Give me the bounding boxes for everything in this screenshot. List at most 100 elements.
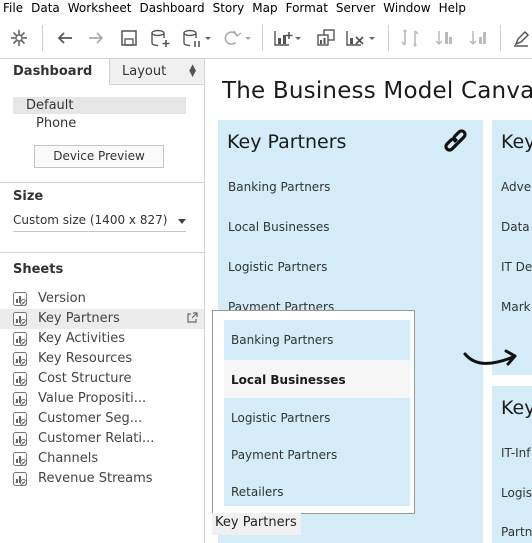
new-data-source-icon[interactable] xyxy=(148,27,172,49)
sheet-item-label: Cost Structure xyxy=(38,371,132,386)
tooltip-item: Payment Partners xyxy=(224,435,410,475)
link-icon xyxy=(443,128,473,162)
key-activities-item: Adve xyxy=(501,180,532,194)
device-default[interactable]: Default xyxy=(13,97,186,114)
tooltip-item: Logistic Partners xyxy=(224,398,410,438)
key-partners-item: Local Businesses xyxy=(228,220,330,234)
menu-file[interactable]: File xyxy=(0,0,27,17)
key-partners-item: Banking Partners xyxy=(228,180,331,194)
tab-dashboard[interactable]: Dashboard xyxy=(0,59,109,85)
toolbar-separator xyxy=(262,25,263,51)
sheet-item-label: Key Resources xyxy=(38,351,133,366)
toolbar xyxy=(0,17,532,59)
tooltip-item: Retailers xyxy=(224,472,410,506)
toolbar-separator xyxy=(500,25,501,51)
device-preview-button[interactable]: Device Preview xyxy=(34,145,164,168)
worksheet-icon xyxy=(13,352,27,366)
size-section-title: Size xyxy=(13,189,44,204)
redo-icon[interactable] xyxy=(85,27,107,49)
menu-bar: File Data Worksheet Dashboard Story Map … xyxy=(0,0,532,17)
clear-sheet-icon[interactable] xyxy=(344,27,376,49)
sheet-item[interactable]: Cost Structure xyxy=(0,369,204,389)
tab-layout[interactable]: Layout ▲ ▼ xyxy=(109,59,204,85)
sort-ascending-icon[interactable] xyxy=(432,27,456,49)
key-partners-item: Logistic Partners xyxy=(228,260,328,274)
curved-arrow-icon xyxy=(463,346,519,380)
tooltip-item: Banking Partners xyxy=(224,320,410,360)
undo-icon[interactable] xyxy=(54,27,76,49)
refresh-icon[interactable] xyxy=(220,27,254,49)
sheet-item-label: Key Activities xyxy=(38,331,126,346)
key-resources-item: Partn xyxy=(501,525,532,539)
sheet-item-label: Channels xyxy=(38,451,99,466)
swap-icon[interactable] xyxy=(398,27,422,49)
panel-divider xyxy=(0,182,204,183)
sheet-item-label: Value Propositi... xyxy=(38,391,147,406)
chevron-down-icon xyxy=(178,219,186,224)
menu-dashboard[interactable]: Dashboard xyxy=(135,0,208,17)
key-resources-card[interactable]: Key IT-Inf Logis Partn xyxy=(492,386,532,543)
toolbar-separator xyxy=(42,25,43,51)
key-activities-item: Mark xyxy=(501,300,531,314)
key-resources-item: IT-Inf xyxy=(501,446,531,460)
worksheet-icon xyxy=(13,292,27,306)
sheet-item-label: Customer Seg... xyxy=(38,411,143,426)
menu-worksheet[interactable]: Worksheet xyxy=(64,0,136,17)
panel-divider xyxy=(0,252,204,253)
toolbar-separator xyxy=(388,25,389,51)
pause-updates-icon[interactable] xyxy=(180,27,212,49)
sheets-section-title: Sheets xyxy=(13,262,64,277)
menu-story[interactable]: Story xyxy=(209,0,249,17)
highlight-icon[interactable] xyxy=(510,27,532,49)
worksheet-icon xyxy=(13,452,27,466)
device-phone[interactable]: Phone xyxy=(36,116,76,131)
sort-descending-icon[interactable] xyxy=(466,27,490,49)
tooltip-item-highlighted: Local Businesses xyxy=(224,360,410,400)
tab-layout-label: Layout xyxy=(122,64,167,79)
duplicate-icon[interactable] xyxy=(314,27,338,49)
size-dropdown[interactable]: Custom size (1400 x 827) xyxy=(13,212,186,232)
save-icon[interactable] xyxy=(118,27,140,49)
sheet-item-label: Version xyxy=(38,291,86,306)
sheet-preview-tooltip: Banking Partners Local Businesses Logist… xyxy=(212,310,415,514)
canvas-title: The Business Model Canvas xyxy=(222,78,532,104)
sheet-item-label: Customer Relati... xyxy=(38,431,155,446)
menu-window[interactable]: Window xyxy=(379,0,434,17)
sheet-item[interactable]: Revenue Streams xyxy=(0,469,204,489)
menu-format[interactable]: Format xyxy=(282,0,332,17)
sheet-item[interactable]: Key Resources xyxy=(0,349,204,369)
key-resources-heading: Key xyxy=(501,397,532,419)
size-dropdown-value: Custom size (1400 x 827) xyxy=(13,213,168,227)
key-activities-item: IT De xyxy=(501,260,532,274)
worksheet-icon xyxy=(13,312,27,326)
sheet-item[interactable]: Key Partners xyxy=(0,309,204,329)
key-activities-item: Data xyxy=(501,220,530,234)
worksheet-icon xyxy=(13,472,27,486)
worksheet-icon xyxy=(13,332,27,346)
new-worksheet-icon[interactable] xyxy=(272,27,302,49)
worksheet-icon xyxy=(13,412,27,426)
sheet-item[interactable]: Customer Seg... xyxy=(0,409,204,429)
worksheet-icon xyxy=(13,432,27,446)
up-down-arrows-icon: ▲ ▼ xyxy=(189,63,196,79)
go-to-sheet-icon[interactable] xyxy=(186,312,198,328)
key-activities-heading: Key xyxy=(501,131,532,153)
worksheet-icon xyxy=(13,392,27,406)
dashboard-panel: Dashboard Layout ▲ ▼ Default Phone Device… xyxy=(0,59,205,543)
sheet-item[interactable]: Key Activities xyxy=(0,329,204,349)
worksheet-icon xyxy=(13,372,27,386)
menu-server[interactable]: Server xyxy=(332,0,379,17)
sheet-item-label: Revenue Streams xyxy=(38,471,153,486)
menu-help[interactable]: Help xyxy=(435,0,470,17)
sheet-item[interactable]: Channels xyxy=(0,449,204,469)
key-activities-card[interactable]: Key Adve Data IT De Mark xyxy=(492,120,532,375)
tableau-logo-icon[interactable] xyxy=(8,27,30,49)
menu-data[interactable]: Data xyxy=(27,0,64,17)
key-partners-heading: Key Partners xyxy=(227,131,347,153)
menu-map[interactable]: Map xyxy=(248,0,281,17)
sheet-item[interactable]: Version xyxy=(0,289,204,309)
panel-tabs: Dashboard Layout ▲ ▼ xyxy=(0,59,204,85)
sheet-item[interactable]: Customer Relati... xyxy=(0,429,204,449)
key-resources-item: Logis xyxy=(501,486,532,500)
sheet-item[interactable]: Value Propositi... xyxy=(0,389,204,409)
